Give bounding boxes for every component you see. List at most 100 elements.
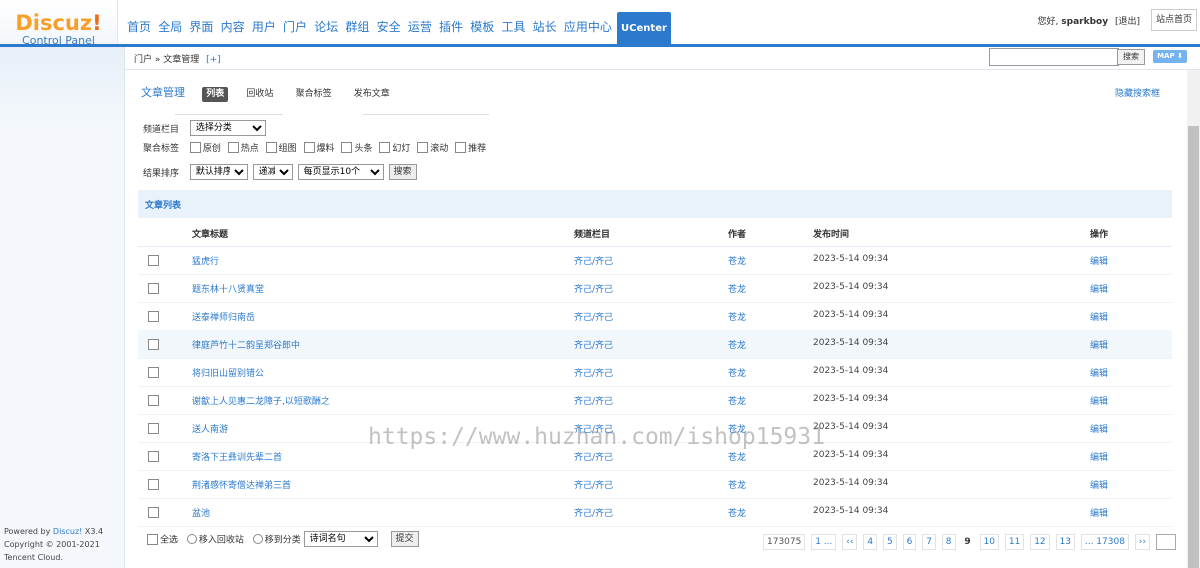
edit-link[interactable]: 编辑: [1090, 338, 1108, 351]
article-title-link[interactable]: 送泰禅师归南岳: [192, 310, 255, 323]
author-link[interactable]: 苍龙: [728, 338, 746, 351]
article-title-link[interactable]: 猛虎行: [192, 254, 219, 267]
article-title-link[interactable]: 将归旧山留别错公: [192, 366, 264, 379]
nav-tools[interactable]: 工具: [499, 10, 527, 42]
page-link[interactable]: 12: [1030, 534, 1050, 550]
category-link[interactable]: 齐己/齐己: [574, 422, 613, 435]
hide-search-link[interactable]: 隐藏搜索框: [1115, 86, 1160, 99]
per-page-select[interactable]: 每页显示10个: [297, 164, 384, 180]
menu-search-button[interactable]: 搜索: [1117, 49, 1145, 65]
category-link[interactable]: 齐己/齐己: [574, 282, 613, 295]
tab-list[interactable]: 列表: [202, 87, 229, 102]
edit-link[interactable]: 编辑: [1090, 450, 1108, 463]
tag-checkbox-headline[interactable]: [341, 142, 353, 153]
discuz-link[interactable]: Discuz!: [53, 527, 82, 536]
tag-checkbox-scroll[interactable]: [417, 142, 429, 153]
page-first[interactable]: 1 ...: [811, 534, 837, 550]
tag-checkbox-scoop[interactable]: [303, 142, 315, 153]
article-title-link[interactable]: 谢歙上人见惠二龙障子,以短歌酬之: [192, 394, 330, 407]
discuz-logo[interactable]: Discuz! Control Panel: [0, 0, 118, 47]
row-checkbox[interactable]: [148, 479, 159, 490]
page-link[interactable]: 10: [979, 534, 999, 550]
author-link[interactable]: 苍龙: [728, 478, 746, 491]
select-all-checkbox[interactable]: [147, 533, 158, 545]
article-title-link[interactable]: 荆渚感怀寄僧达禅弟三首: [192, 478, 291, 491]
row-checkbox[interactable]: [148, 339, 159, 350]
tag-checkbox-pics[interactable]: [265, 142, 277, 153]
row-checkbox[interactable]: [148, 507, 159, 518]
row-checkbox[interactable]: [148, 255, 159, 266]
scrollbar-thumb[interactable]: [1188, 126, 1199, 568]
author-link[interactable]: 苍龙: [728, 310, 746, 323]
nav-global[interactable]: 全局: [156, 10, 184, 42]
category-link[interactable]: 齐己/齐己: [574, 254, 613, 267]
tag-checkbox-hot[interactable]: [227, 142, 239, 153]
nav-portal[interactable]: 门户: [281, 10, 309, 42]
category-link[interactable]: 齐己/齐己: [574, 366, 613, 379]
nav-user[interactable]: 用户: [250, 10, 278, 42]
site-home-button[interactable]: 站点首页: [1151, 9, 1197, 31]
author-link[interactable]: 苍龙: [728, 366, 746, 379]
filter-search-button[interactable]: 搜索: [388, 164, 417, 180]
article-title-link[interactable]: 律庭芦竹十二韵呈郑谷郎中: [192, 338, 300, 351]
page-link[interactable]: 11: [1004, 534, 1025, 550]
page-link[interactable]: 8: [941, 534, 956, 550]
tag-checkbox-original[interactable]: [189, 142, 201, 153]
category-link[interactable]: 齐己/齐己: [574, 478, 613, 491]
tab-publish[interactable]: 发布文章: [350, 87, 394, 102]
page-link[interactable]: 6: [902, 534, 917, 550]
move-recycle-radio[interactable]: [186, 534, 197, 544]
page-link[interactable]: 4: [863, 534, 878, 550]
row-checkbox[interactable]: [148, 395, 159, 406]
nav-plugin[interactable]: 插件: [437, 10, 465, 42]
page-link[interactable]: 5: [882, 534, 897, 550]
category-link[interactable]: 齐己/齐己: [574, 338, 613, 351]
category-link[interactable]: 齐己/齐己: [574, 506, 613, 519]
nav-group[interactable]: 群组: [343, 10, 371, 42]
nav-safe[interactable]: 安全: [375, 10, 403, 42]
author-link[interactable]: 苍龙: [728, 394, 746, 407]
edit-link[interactable]: 编辑: [1090, 310, 1108, 323]
category-link[interactable]: 齐己/齐己: [574, 310, 613, 323]
edit-link[interactable]: 编辑: [1090, 506, 1108, 519]
row-checkbox[interactable]: [148, 423, 159, 434]
edit-link[interactable]: 编辑: [1090, 394, 1108, 407]
row-checkbox[interactable]: [148, 311, 159, 322]
tab-tags[interactable]: 聚合标签: [292, 87, 336, 102]
sort-select[interactable]: 默认排序: [189, 164, 248, 180]
nav-template[interactable]: 模板: [468, 10, 496, 42]
nav-extended[interactable]: 运营: [406, 10, 434, 42]
submit-button[interactable]: 提交: [390, 531, 419, 547]
nav-home[interactable]: 首页: [125, 10, 153, 42]
row-checkbox[interactable]: [148, 451, 159, 462]
tag-checkbox-recommend[interactable]: [455, 142, 467, 153]
edit-link[interactable]: 编辑: [1090, 366, 1108, 379]
map-button[interactable]: MAP ⬇: [1153, 50, 1187, 63]
article-title-link[interactable]: 寄洛下王彝训先辈二首: [192, 450, 282, 463]
edit-link[interactable]: 编辑: [1090, 478, 1108, 491]
author-link[interactable]: 苍龙: [728, 422, 746, 435]
author-link[interactable]: 苍龙: [728, 506, 746, 519]
edit-link[interactable]: 编辑: [1090, 282, 1108, 295]
author-link[interactable]: 苍龙: [728, 254, 746, 267]
page-last[interactable]: ... 17308: [1080, 534, 1129, 550]
row-checkbox[interactable]: [148, 283, 159, 294]
edit-link[interactable]: 编辑: [1090, 254, 1108, 267]
channel-select[interactable]: 选择分类: [189, 120, 266, 136]
article-title-link[interactable]: 盆池: [192, 506, 210, 519]
target-category-select[interactable]: 诗词名句: [303, 531, 378, 547]
page-prev[interactable]: ‹‹: [842, 534, 858, 550]
category-link[interactable]: 齐己/齐己: [574, 450, 613, 463]
nav-ucenter[interactable]: UCenter: [617, 12, 671, 44]
row-checkbox[interactable]: [148, 367, 159, 378]
move-category-radio[interactable]: [252, 534, 263, 544]
edit-link[interactable]: 编辑: [1090, 422, 1108, 435]
nav-founder[interactable]: 站长: [531, 10, 559, 42]
nav-forum[interactable]: 论坛: [312, 10, 340, 42]
logout-link[interactable]: [退出]: [1115, 17, 1140, 27]
add-shortcut-link[interactable]: [+]: [206, 55, 221, 65]
nav-cloudaddons[interactable]: 应用中心: [562, 10, 614, 42]
vertical-scrollbar[interactable]: [1187, 70, 1200, 568]
page-link[interactable]: 7: [922, 534, 936, 550]
article-title-link[interactable]: 题东林十八贤真堂: [192, 282, 264, 295]
